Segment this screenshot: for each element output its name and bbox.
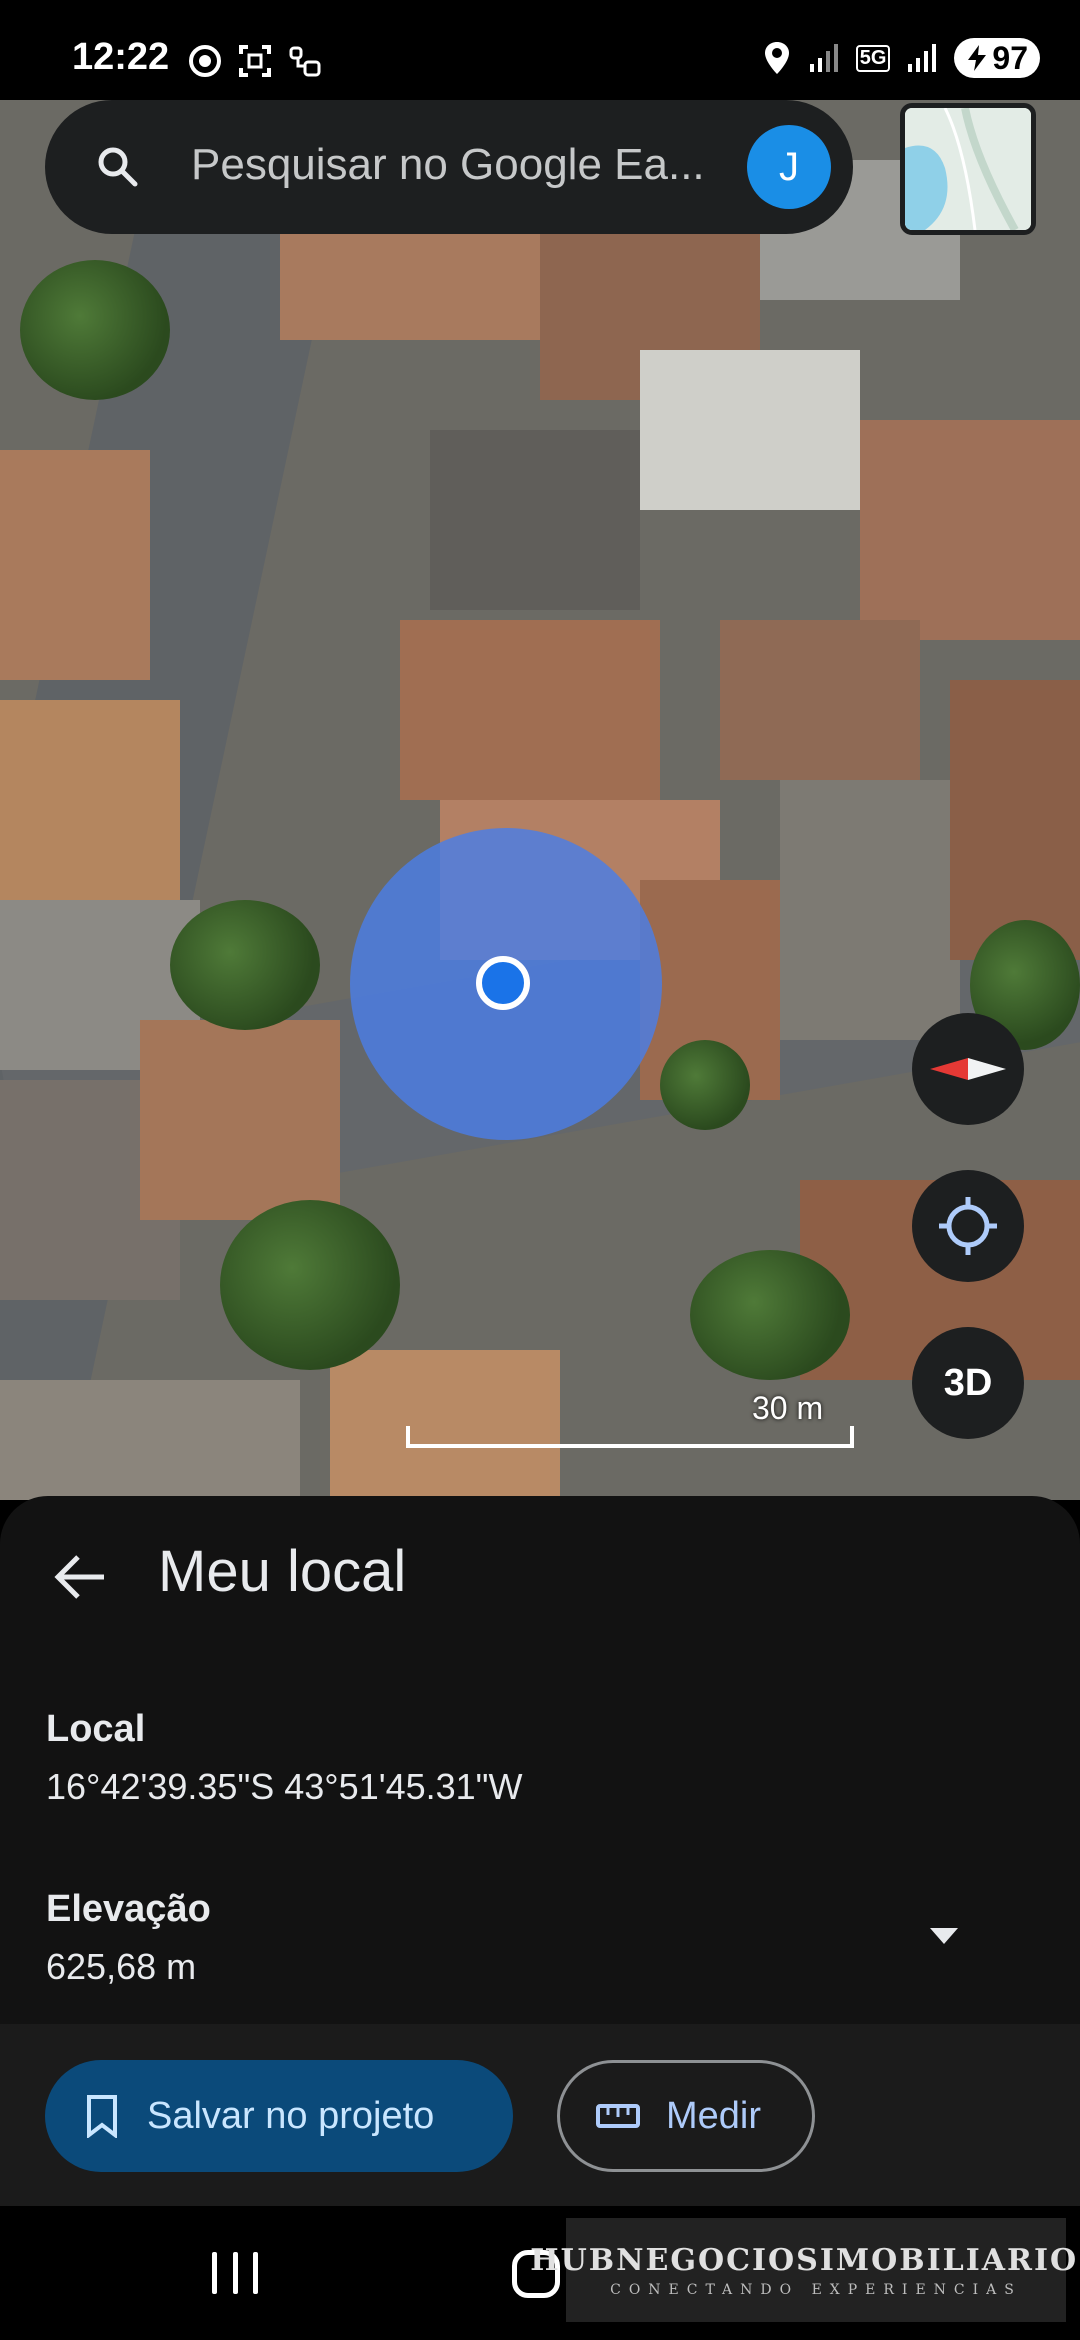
battery-level: 97 [992,39,1028,76]
back-arrow-icon[interactable] [48,1545,112,1609]
chrome-icon [189,45,221,77]
map-rooftop [0,450,150,680]
map-rooftop [780,780,960,1040]
map-tree [220,1200,400,1370]
measure-button[interactable]: Medir [557,2060,815,2172]
sheet-title: Meu local [158,1539,407,1604]
my-location-dot[interactable] [476,956,530,1010]
location-pin-icon [764,42,789,74]
chevron-down-icon[interactable] [928,1926,960,1946]
network-type-label: 5G [855,44,891,72]
save-to-project-button[interactable]: Salvar no projeto [45,2060,513,2172]
ruler-icon [596,2104,640,2128]
search-input[interactable]: Pesquisar no Google Ea... [191,130,761,200]
map-tree [20,260,170,400]
compass-button[interactable] [912,1013,1024,1125]
map-rooftop [720,620,920,780]
map-rooftop [950,680,1080,960]
map-scale-label: 30 m [752,1390,824,1426]
location-coordinates: 16°42'39.35"S 43°51'45.31"W [46,1766,523,1807]
toggle-3d-button[interactable]: 3D [912,1327,1024,1439]
save-button-label: Salvar no projeto [147,2094,435,2137]
map-scale-bar [406,1426,854,1448]
screenshot-icon [239,45,271,77]
recents-button[interactable] [212,2252,258,2294]
search-bar[interactable]: Pesquisar no Google Ea... J [45,100,853,234]
bookmark-icon [87,2095,117,2138]
map-rooftop [0,700,180,900]
map-tree [660,1040,750,1130]
elevation-value: 625,68 m [46,1946,197,1987]
map-rooftop [860,420,1080,640]
map-tree [170,900,320,1030]
status-bar: 12:22 5G 97 [0,0,1080,100]
map-thumbnail-icon [905,108,1031,230]
signal-icon [809,44,838,72]
signal-icon-2 [908,44,937,72]
status-time: 12:22 [72,36,170,78]
status-notification-icons [188,44,322,78]
elevation-label: Elevação [46,1888,211,1930]
charging-icon [968,45,987,71]
map-tree [690,1250,850,1380]
measure-button-label: Medir [666,2094,762,2137]
compass-icon [930,1058,1006,1080]
watermark-main-text: HUBNEGOCIOSIMOBILIARIOS [530,2242,1080,2278]
account-avatar[interactable]: J [747,125,831,209]
map-rooftop [430,430,640,610]
satellite-map[interactable] [0,100,1080,1500]
link-icon [289,46,321,77]
my-location-button[interactable] [912,1170,1024,1282]
watermark-sub-text: CONECTANDO EXPERIENCIAS [610,2281,1022,2298]
watermark: HUBNEGOCIOSIMOBILIARIOS CONECTANDO EXPER… [530,2218,1080,2322]
search-icon[interactable] [93,142,141,190]
crosshair-icon [939,1197,997,1255]
status-system-icons: 5G 97 [762,38,1040,78]
location-label: Local [46,1708,146,1750]
map-rooftop [0,1380,300,1500]
map-style-thumbnail[interactable] [900,103,1036,235]
map-rooftop [400,620,660,800]
map-rooftop [640,350,860,510]
map-rooftop [140,1020,340,1220]
map-rooftop [330,1350,560,1500]
battery-indicator: 97 [954,38,1040,78]
